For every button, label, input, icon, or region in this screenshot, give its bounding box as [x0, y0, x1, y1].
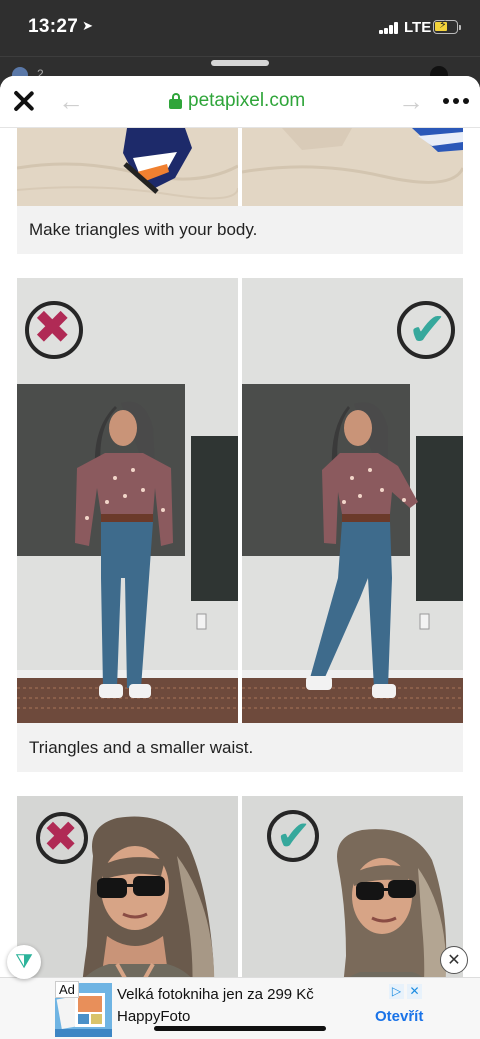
ad-advertiser[interactable]: HappyFoto	[117, 1008, 190, 1025]
filter-icon[interactable]: ⧩	[7, 945, 41, 979]
pose-photo-wrong	[17, 128, 238, 206]
lock-icon	[169, 93, 182, 109]
tip-card: Make triangles with your body.	[17, 128, 463, 254]
article-content[interactable]: Make triangles with your body. ✖ ✔ Trian…	[0, 128, 480, 1039]
back-arrow-icon[interactable]: ←	[58, 88, 84, 114]
pose-photo-correct	[242, 128, 463, 206]
forward-arrow-icon[interactable]: →	[398, 88, 424, 114]
sheet-grabber[interactable]	[211, 60, 269, 66]
pose-photo-correct: ✔	[242, 278, 463, 723]
cellular-signal-icon	[379, 22, 401, 34]
browser-toolbar: ← petapixel.com →	[0, 76, 480, 128]
battery-icon: ⚡	[433, 19, 458, 34]
checkmark-icon: ✔	[276, 812, 312, 859]
tip-card: ✖ ✔ Triangles and a smaller waist.	[17, 278, 463, 772]
ad-label: Ad	[55, 981, 79, 998]
status-bar: 13:27 ➤ LTE ⚡	[0, 0, 480, 56]
close-icon[interactable]	[12, 89, 36, 113]
url-text: petapixel.com	[188, 90, 306, 111]
adchoices-icon[interactable]: ▷ ✕	[389, 984, 425, 1000]
pose-photo-wrong: ✖	[17, 278, 238, 723]
location-arrow-icon: ➤	[82, 18, 94, 33]
x-mark-icon: ✖	[33, 301, 72, 353]
in-app-browser-sheet: ← petapixel.com → Make triangles with yo…	[0, 76, 480, 1039]
more-options-icon[interactable]	[443, 98, 469, 104]
network-type: LTE	[404, 19, 432, 36]
status-time: 13:27 ➤	[28, 16, 94, 37]
home-indicator[interactable]	[154, 1026, 326, 1031]
ad-open-button[interactable]: Otevřít	[375, 1008, 423, 1025]
close-ad-icon[interactable]: ✕	[440, 946, 468, 974]
x-mark-icon: ✖	[43, 813, 79, 860]
url-display[interactable]: petapixel.com	[169, 89, 305, 113]
checkmark-icon: ✔	[408, 303, 447, 355]
ad-banner[interactable]: Ad Velká fotokniha jen za 299 Kč HappyFo…	[0, 977, 480, 1039]
photo-caption: Triangles and a smaller waist.	[17, 723, 463, 772]
ad-title[interactable]: Velká fotokniha jen za 299 Kč	[117, 986, 314, 1003]
photo-caption: Make triangles with your body.	[17, 206, 463, 254]
